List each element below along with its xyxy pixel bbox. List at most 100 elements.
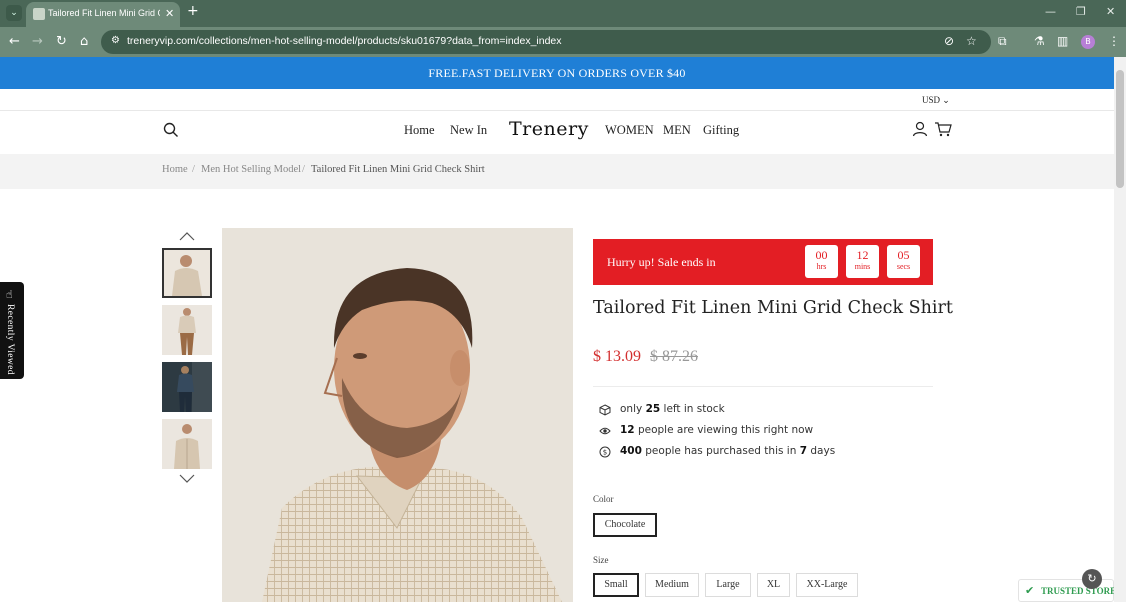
chevron-down-icon: ⌄ bbox=[942, 95, 950, 105]
viewer-count: 12 bbox=[620, 424, 635, 436]
size-label: Size bbox=[593, 555, 609, 565]
countdown-mins: 12 mins bbox=[846, 245, 879, 278]
thumbnail-image bbox=[162, 362, 212, 412]
nav-women[interactable]: WOMEN bbox=[605, 123, 654, 138]
size-option-small[interactable]: Small bbox=[593, 573, 639, 597]
breadcrumb: Home / Men Hot Selling Model / Tailored … bbox=[0, 154, 1114, 189]
breadcrumb-category[interactable]: Men Hot Selling Model bbox=[201, 164, 301, 175]
tab-search-icon[interactable]: ⌄ bbox=[6, 5, 22, 21]
thumbnail-image bbox=[162, 419, 212, 469]
eye-icon bbox=[599, 427, 611, 435]
side-panel-icon[interactable]: ▥ bbox=[1057, 34, 1068, 48]
address-bar[interactable]: ⚙ treneryvip.com/collections/men-hot-sel… bbox=[101, 30, 991, 54]
box-icon bbox=[599, 404, 611, 416]
purchase-days: 7 bbox=[799, 445, 808, 457]
forward-icon[interactable]: → bbox=[32, 34, 43, 49]
thumbnail-image bbox=[164, 250, 210, 296]
minimize-icon[interactable]: — bbox=[1045, 5, 1056, 18]
labs-icon[interactable]: ⚗ bbox=[1034, 34, 1045, 48]
divider bbox=[593, 386, 933, 387]
purchase-count: 400 bbox=[620, 445, 642, 457]
stock-count: 25 bbox=[645, 403, 661, 415]
favicon-icon bbox=[33, 8, 45, 20]
product-thumbnail[interactable] bbox=[162, 419, 212, 469]
search-icon[interactable] bbox=[163, 122, 179, 138]
current-price: $ 13.09 bbox=[593, 348, 641, 365]
account-icon[interactable] bbox=[912, 121, 928, 137]
currency-label: USD bbox=[922, 95, 941, 105]
cart-icon[interactable] bbox=[934, 121, 952, 137]
svg-text:$: $ bbox=[603, 449, 607, 457]
product-title: Tailored Fit Linen Mini Grid Check Shirt bbox=[593, 298, 953, 318]
stock-prefix: only bbox=[620, 403, 643, 415]
product-thumbnail[interactable] bbox=[162, 362, 212, 412]
currency-selector[interactable]: USD ⌄ bbox=[922, 95, 950, 106]
countdown-secs: 05 secs bbox=[887, 245, 920, 278]
nav-home[interactable]: Home bbox=[404, 123, 435, 138]
countdown-secs-label: secs bbox=[896, 262, 911, 271]
recently-viewed-tab[interactable]: ☝ Recently Viewed bbox=[0, 282, 24, 379]
color-label: Color bbox=[593, 494, 614, 504]
countdown-secs-value: 05 bbox=[897, 248, 910, 262]
size-option-xl[interactable]: XL bbox=[757, 573, 790, 597]
countdown-mins-value: 12 bbox=[856, 248, 869, 262]
purchase-text: people has purchased this in bbox=[645, 445, 797, 457]
web-page: FREE.FAST DELIVERY ON ORDERS OVER $40 US… bbox=[0, 57, 1114, 602]
sale-countdown-banner: Hurry up! Sale ends in 00 hrs 12 mins 05… bbox=[593, 239, 933, 285]
browser-tab[interactable]: Tailored Fit Linen Mini Grid Check Shirt… bbox=[26, 2, 180, 27]
extensions-icon[interactable]: ⧉ bbox=[998, 34, 1007, 49]
breadcrumb-current: Tailored Fit Linen Mini Grid Check Shirt bbox=[311, 164, 485, 175]
chat-icon[interactable]: ↻ bbox=[1082, 569, 1102, 589]
product-thumbnail[interactable] bbox=[162, 305, 212, 355]
chevron-up-icon[interactable] bbox=[179, 231, 195, 241]
countdown-hours-value: 00 bbox=[815, 248, 828, 262]
chevron-down-icon[interactable] bbox=[179, 474, 195, 484]
page-scrollbar[interactable] bbox=[1114, 57, 1126, 602]
close-window-icon[interactable]: ✕ bbox=[1106, 5, 1115, 18]
divider bbox=[0, 110, 1114, 111]
dollar-icon: $ bbox=[599, 446, 611, 458]
site-logo[interactable]: Trenery bbox=[509, 118, 589, 140]
eye-off-icon[interactable]: ⊘ bbox=[944, 34, 954, 48]
shield-check-icon: ✔ bbox=[1025, 584, 1035, 597]
browser-toolbar: ← → ↻ ⌂ ⚙ treneryvip.com/collections/men… bbox=[0, 27, 1126, 57]
original-price: $ 87.26 bbox=[650, 348, 698, 365]
countdown-mins-label: mins bbox=[854, 262, 871, 271]
breadcrumb-separator: / bbox=[192, 164, 195, 175]
model-photo bbox=[222, 228, 573, 602]
close-tab-icon[interactable]: ✕ bbox=[165, 7, 174, 20]
site-info-icon[interactable]: ⚙ bbox=[111, 35, 121, 47]
size-option-medium[interactable]: Medium bbox=[645, 573, 699, 597]
back-icon[interactable]: ← bbox=[9, 34, 20, 49]
restore-icon[interactable]: ❐ bbox=[1076, 5, 1086, 18]
reload-icon[interactable]: ↻ bbox=[56, 34, 67, 49]
nav-new-in[interactable]: New In bbox=[450, 123, 487, 138]
hand-pointer-icon: ☝ bbox=[6, 288, 13, 301]
product-main-image[interactable] bbox=[222, 228, 573, 602]
home-icon[interactable]: ⌂ bbox=[80, 34, 88, 49]
purchase-suffix: days bbox=[810, 445, 836, 457]
scrollbar-thumb[interactable] bbox=[1116, 70, 1124, 188]
new-tab-icon[interactable]: + bbox=[187, 3, 199, 19]
nav-men[interactable]: MEN bbox=[663, 123, 691, 138]
size-option-xx-large[interactable]: XX-Large bbox=[796, 573, 858, 597]
breadcrumb-home[interactable]: Home bbox=[162, 164, 188, 175]
size-option-large[interactable]: Large bbox=[705, 573, 751, 597]
menu-icon[interactable]: ⋮ bbox=[1108, 34, 1120, 48]
stock-suffix: left in stock bbox=[663, 403, 725, 415]
countdown-hours-label: hrs bbox=[816, 262, 827, 271]
trusted-store-label: TRUSTED STORE bbox=[1041, 586, 1114, 596]
url-text[interactable]: treneryvip.com/collections/men-hot-selli… bbox=[127, 35, 562, 47]
tab-title: Tailored Fit Linen Mini Grid Check Shirt bbox=[48, 8, 160, 18]
star-icon[interactable]: ☆ bbox=[966, 34, 977, 48]
breadcrumb-separator: / bbox=[302, 164, 305, 175]
color-option-chocolate[interactable]: Chocolate bbox=[593, 513, 657, 537]
browser-tab-strip: ⌄ Tailored Fit Linen Mini Grid Check Shi… bbox=[0, 0, 1126, 27]
product-thumbnail[interactable] bbox=[162, 248, 212, 298]
thumbnail-image bbox=[162, 305, 212, 355]
profile-avatar[interactable]: B bbox=[1081, 35, 1095, 49]
countdown-hours: 00 hrs bbox=[805, 245, 838, 278]
viewer-text: people are viewing this right now bbox=[637, 424, 814, 436]
sale-text: Hurry up! Sale ends in bbox=[607, 255, 716, 269]
nav-gifting[interactable]: Gifting bbox=[703, 123, 739, 138]
